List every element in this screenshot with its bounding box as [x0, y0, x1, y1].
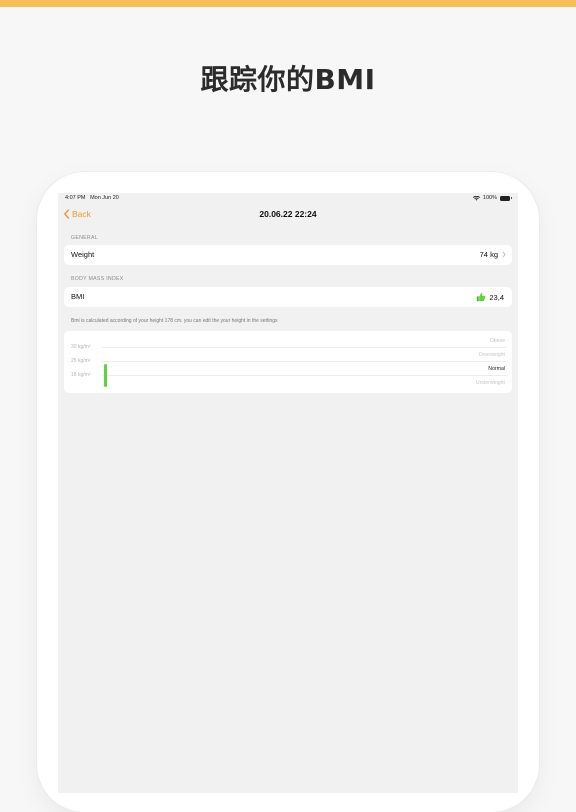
nav-title: 20.06.22 22:24: [259, 209, 317, 219]
category-underweight: Underweight: [475, 380, 505, 386]
app-screen: 4:07 PM Mon Jun 20 100% Back 20.06.22 22…: [58, 193, 518, 793]
status-time: 4:07 PM: [65, 195, 86, 201]
y-tick-18: 18 kg/m²: [71, 372, 91, 378]
thumbs-up-icon: [477, 292, 486, 302]
bmi-value: 23,4: [489, 292, 504, 302]
grid-line: [102, 347, 506, 348]
weight-label: Weight: [71, 250, 95, 259]
navigation-bar: Back 20.06.22 22:24: [58, 205, 518, 225]
category-overweight: Overweight: [478, 352, 505, 358]
chevron-right-icon: [502, 251, 506, 258]
weight-row[interactable]: Weight 74 kg: [64, 245, 512, 265]
y-tick-25: 25 kg/m²: [71, 358, 91, 364]
weight-value: 74 kg: [479, 250, 498, 259]
category-obese: Obese: [489, 338, 505, 344]
status-date: Mon Jun 20: [90, 195, 119, 201]
section-header-bmi: BODY MASS INDEX: [71, 276, 124, 282]
status-bar: 4:07 PM Mon Jun 20 100%: [58, 193, 518, 205]
bmi-row: BMI 23,4: [64, 287, 512, 307]
battery-percent: 100%: [482, 195, 497, 201]
bmi-label: BMI: [71, 292, 85, 301]
battery-icon: [500, 195, 512, 201]
section-header-general: GENERAL: [71, 235, 98, 241]
bmi-chart: 30 kg/m² 25 kg/m² 18 kg/m² Obese Overwei…: [64, 331, 512, 393]
bmi-explanation: Bmi is calculated according of your heig…: [71, 318, 278, 324]
page-headline: 跟踪你的BMI: [200, 63, 376, 96]
bmi-bar: [104, 364, 107, 387]
grid-line: [102, 375, 506, 376]
y-tick-30: 30 kg/m²: [71, 344, 91, 350]
grid-line: [102, 361, 506, 362]
category-normal: Normal: [488, 366, 505, 372]
wifi-icon: [472, 195, 480, 201]
top-accent-bar: [0, 0, 576, 7]
